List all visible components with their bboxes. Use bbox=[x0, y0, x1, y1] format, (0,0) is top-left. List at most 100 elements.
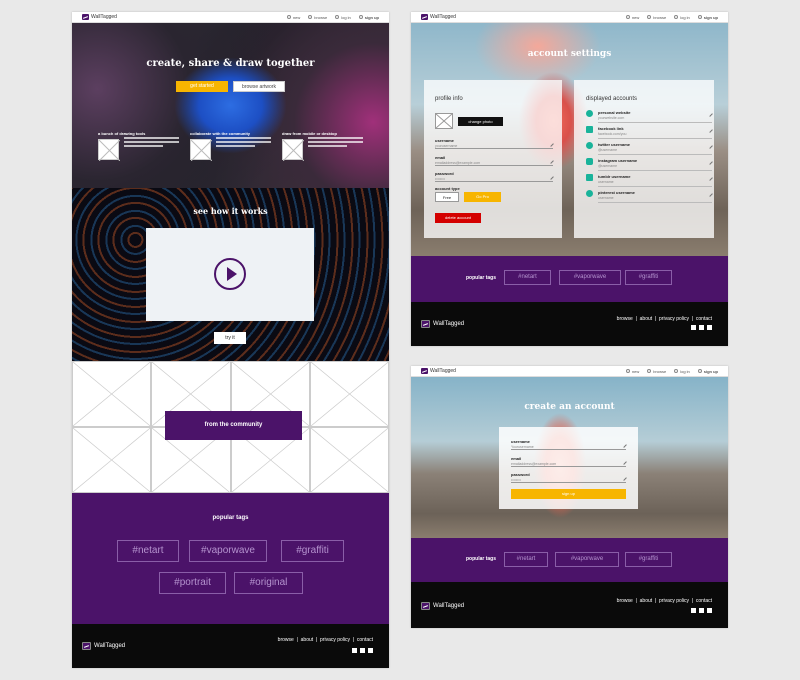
edit-icon[interactable] bbox=[707, 175, 713, 181]
hero-title: create, share & draw together bbox=[146, 58, 315, 69]
brand-logo[interactable]: WallTagged bbox=[82, 14, 117, 20]
nav-browse-label: browse bbox=[653, 14, 667, 20]
twitter-icon[interactable] bbox=[707, 608, 712, 613]
footer-brand[interactable]: WallTagged bbox=[82, 642, 125, 650]
account-type-free-button[interactable]: Free bbox=[435, 192, 459, 202]
artwork-placeholder[interactable] bbox=[309, 427, 389, 493]
tag-original[interactable]: #original bbox=[234, 572, 303, 594]
tag-graffiti[interactable]: #graffiti bbox=[281, 540, 344, 562]
instagram-icon[interactable] bbox=[699, 608, 704, 613]
instagram-icon[interactable] bbox=[699, 325, 704, 330]
artwork-placeholder[interactable] bbox=[309, 361, 389, 427]
sign-up-button[interactable]: sign up bbox=[511, 489, 626, 499]
footer-brand[interactable]: WallTagged bbox=[421, 602, 464, 610]
instagram-icon[interactable] bbox=[360, 648, 365, 653]
nav-browse[interactable]: browse bbox=[647, 15, 666, 20]
brand-logo[interactable]: WallTagged bbox=[421, 368, 456, 374]
tag-vaporwave[interactable]: #vaporwave bbox=[189, 540, 267, 562]
field-label: username bbox=[435, 138, 454, 143]
social-icons bbox=[352, 648, 373, 653]
community-section: from the community bbox=[72, 361, 389, 493]
account-type-pro-button[interactable]: Go Pro bbox=[464, 192, 501, 202]
displayed-accounts-heading: displayed accounts bbox=[586, 96, 638, 102]
artwork-placeholder[interactable] bbox=[72, 427, 152, 493]
account-value: yourwebsite.com bbox=[598, 116, 625, 120]
username-field[interactable]: username Yourusername bbox=[511, 439, 627, 450]
facebook-icon bbox=[586, 126, 593, 133]
footer-brand-name: WallTagged bbox=[433, 603, 465, 609]
try-it-button[interactable]: try it bbox=[214, 332, 246, 344]
nav-login[interactable]: log in bbox=[674, 15, 690, 20]
nav-signup[interactable]: sign up bbox=[697, 15, 718, 20]
nav-signup-label: sign up bbox=[364, 14, 379, 20]
account-label: pinterest username bbox=[598, 190, 635, 195]
edit-icon[interactable] bbox=[707, 191, 713, 197]
field-value: •••••••• bbox=[435, 177, 445, 181]
email-field[interactable]: email emailaddress@example.com bbox=[435, 155, 554, 166]
tag-portrait[interactable]: #portrait bbox=[159, 572, 226, 594]
nav-new[interactable]: new bbox=[286, 15, 300, 20]
edit-icon[interactable] bbox=[707, 159, 713, 165]
facebook-icon[interactable] bbox=[691, 325, 696, 330]
account-settings-section: account settings profile info change pho… bbox=[411, 23, 728, 256]
tag-netart[interactable]: #netart bbox=[117, 540, 179, 562]
play-icon[interactable] bbox=[214, 258, 246, 290]
twitter-icon[interactable] bbox=[368, 648, 373, 653]
social-icons bbox=[691, 325, 712, 330]
email-field[interactable]: email emailaddress@example.com bbox=[511, 456, 627, 467]
create-account-title: create an account bbox=[524, 402, 615, 412]
tag-graffiti[interactable]: #graffiti bbox=[625, 270, 672, 285]
logo-icon bbox=[82, 14, 89, 20]
twitter-icon[interactable] bbox=[707, 325, 712, 330]
brand-name: WallTagged bbox=[430, 14, 456, 20]
artwork-placeholder[interactable] bbox=[72, 361, 152, 427]
popular-tags-heading: popular tags bbox=[466, 275, 497, 281]
delete-account-button[interactable]: delete account bbox=[435, 213, 481, 223]
tag-vaporwave[interactable]: #vaporwave bbox=[559, 270, 621, 285]
password-field[interactable]: password •••••••• bbox=[435, 171, 554, 182]
nav-signup[interactable]: sign up bbox=[358, 14, 379, 20]
nav-browse[interactable]: browse bbox=[647, 369, 666, 374]
browse-icon bbox=[647, 15, 652, 19]
footer-links[interactable]: browse | about | privacy policy | contac… bbox=[278, 637, 373, 643]
tag-netart[interactable]: #netart bbox=[504, 552, 548, 567]
nav-new[interactable]: new bbox=[625, 15, 639, 20]
field-value: •••••••• bbox=[511, 478, 521, 482]
logo-icon bbox=[421, 602, 430, 610]
edit-icon[interactable] bbox=[707, 143, 713, 149]
nav-login[interactable]: log in bbox=[335, 15, 351, 20]
tag-netart[interactable]: #netart bbox=[504, 270, 551, 285]
nav-login[interactable]: log in bbox=[674, 369, 690, 374]
nav-signup-label: sign up bbox=[703, 368, 718, 374]
from-community-button[interactable]: from the community bbox=[165, 411, 302, 440]
facebook-icon[interactable] bbox=[352, 648, 357, 653]
video-player[interactable] bbox=[146, 228, 314, 321]
facebook-icon[interactable] bbox=[691, 608, 696, 613]
change-photo-button[interactable]: change photo bbox=[458, 117, 503, 126]
brand-logo[interactable]: WallTagged bbox=[421, 14, 456, 20]
tag-graffiti[interactable]: #graffiti bbox=[625, 552, 672, 567]
edit-icon[interactable] bbox=[707, 127, 713, 133]
account-label: facebook link bbox=[598, 126, 624, 131]
footer-links[interactable]: browse | about | privacy policy | contac… bbox=[617, 598, 712, 604]
displayed-accounts-panel: displayed accounts personal website yourw… bbox=[574, 80, 714, 238]
nav-browse[interactable]: browse bbox=[308, 15, 327, 20]
account-value: facebook.com/you bbox=[598, 132, 627, 136]
feature-text-lines bbox=[124, 137, 179, 149]
logo-icon bbox=[421, 368, 428, 374]
footer-brand[interactable]: WallTagged bbox=[421, 320, 464, 328]
tag-vaporwave[interactable]: #vaporwave bbox=[555, 552, 619, 567]
signup-form-panel: username Yourusername email emailaddress… bbox=[499, 427, 638, 509]
footer-links[interactable]: browse | about | privacy policy | contac… bbox=[617, 316, 712, 322]
top-nav: WallTagged new browse log in sign up bbox=[411, 366, 728, 377]
browse-artwork-button[interactable]: browse artwork bbox=[233, 81, 285, 92]
nav-signup[interactable]: sign up bbox=[697, 368, 718, 374]
get-started-button[interactable]: get started bbox=[176, 81, 228, 92]
hero-section: create, share & draw together get starte… bbox=[72, 23, 389, 188]
password-field[interactable]: password •••••••• bbox=[511, 472, 627, 483]
plus-icon bbox=[625, 15, 630, 19]
signup-icon bbox=[697, 15, 702, 19]
edit-icon[interactable] bbox=[707, 111, 713, 117]
username-field[interactable]: username yourusername bbox=[435, 138, 554, 149]
nav-new[interactable]: new bbox=[625, 369, 639, 374]
